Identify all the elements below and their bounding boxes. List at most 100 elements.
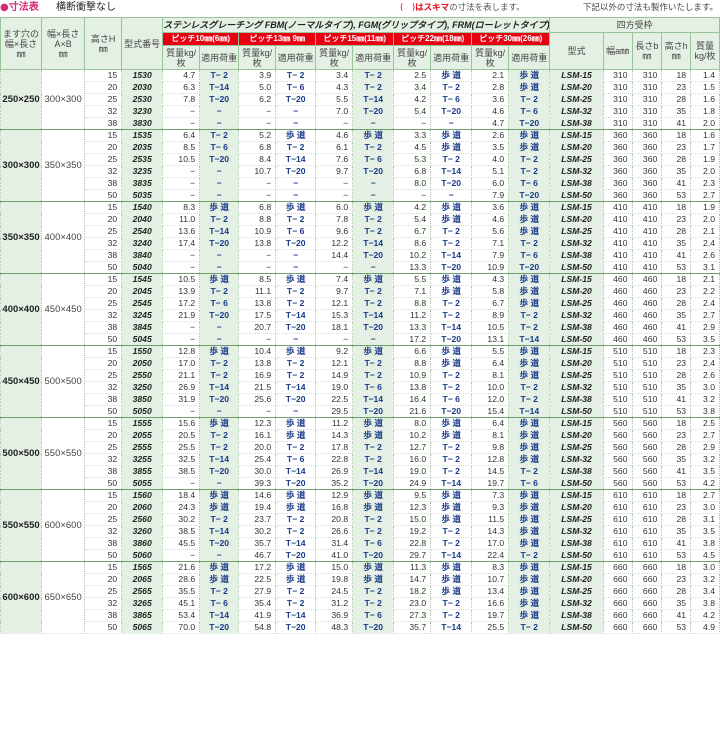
load-cell: − <box>199 477 240 490</box>
load-cell: T−20 <box>352 105 395 118</box>
mass-cell: 25.5 <box>162 441 201 454</box>
mass-cell: 6.4 <box>162 129 201 142</box>
frame-width-cell: 360 <box>602 177 633 190</box>
mass-cell: 13.9 <box>162 285 201 298</box>
frame-col-header: 型式 <box>549 32 604 70</box>
table-row: 550×550 600×600 15 1560 18.4 歩 道 14.6 歩 道 12.9 歩 … <box>0 489 720 562</box>
mass-cell: 5.1 <box>471 165 510 178</box>
table-row: 32 3265 45.1 T− 6 35.4 T− 2 31.2 T− 2 23.0 T− 2 16… <box>1 597 720 610</box>
load-cell: T−14 <box>275 153 317 166</box>
frame-height-cell: 53 <box>661 189 692 202</box>
height-cell: 38 <box>84 117 123 130</box>
frame-model-cell: LSM-20 <box>549 429 604 442</box>
table-row: 400×400 450×450 15 1545 10.5 歩 道 8.5 歩 道 7.4 歩 道5… <box>0 273 720 346</box>
model-number-cell: 3235 <box>121 165 164 178</box>
mass-cell: 13.3 <box>393 321 432 334</box>
load-cell: T−20 <box>352 321 395 334</box>
mass-cell: 22.5 <box>238 573 277 586</box>
frame-width-cell: 360 <box>602 189 633 202</box>
frame-mass-cell: 2.6 <box>690 249 720 262</box>
frame-length-cell: 460 <box>631 321 663 334</box>
load-cell: 歩 道 <box>199 417 240 430</box>
load-cell: 歩 道 <box>275 201 317 214</box>
dimension-table: ます穴の幅×長さ㎜ 幅×長さA×B ㎜ 高さH ㎜ 型式番号 ステンレスグレーチング… <box>0 17 720 634</box>
load-cell: T− 2 <box>352 141 395 154</box>
mass-cell: 5.4 <box>393 105 432 118</box>
mass-cell: 18.2 <box>393 585 432 598</box>
model-number-cell: 3840 <box>121 249 164 262</box>
frame-model-cell: LSM-20 <box>549 81 604 94</box>
mass-cell: 18.4 <box>162 489 201 502</box>
mass-cell: − <box>315 333 354 346</box>
load-cell: T−20 <box>352 165 395 178</box>
mass-cell: 13.8 <box>393 381 432 394</box>
load-cell: 歩 道 <box>199 273 240 286</box>
frame-model-cell: LSM-20 <box>549 141 604 154</box>
load-cell: T− 2 <box>352 285 395 298</box>
outer-size-cell: 450×450 <box>41 273 86 346</box>
col-pit-size: ます穴の幅×長さ㎜ <box>0 17 43 70</box>
frame-model-cell: LSM-25 <box>549 585 604 598</box>
load-cell: 歩 道 <box>508 597 551 610</box>
frame-height-cell: 23 <box>661 141 692 154</box>
table-row: 20 2065 28.6 歩 道 22.5 歩 道 19.8 歩 道 14.7 歩 道 10.7 歩 … <box>1 573 720 586</box>
col-height: 高さH ㎜ <box>84 17 123 70</box>
load-cell: T− 2 <box>352 225 395 238</box>
frame-model-cell: LSM-20 <box>549 213 604 226</box>
mass-cell: 6.4 <box>471 357 510 370</box>
frame-width-cell: 360 <box>602 153 633 166</box>
load-cell: T−14 <box>199 81 240 94</box>
load-cell: T−20 <box>199 153 240 166</box>
load-cell: 歩 道 <box>275 429 317 442</box>
load-cell: T−14 <box>430 321 473 334</box>
frame-length-cell: 510 <box>631 381 663 394</box>
mass-cell: 12.2 <box>315 237 354 250</box>
load-cell: T−20 <box>275 321 317 334</box>
frame-model-cell: LSM-15 <box>549 561 604 574</box>
load-cell: 歩 道 <box>199 573 240 586</box>
mass-cell: 14.6 <box>238 489 277 502</box>
load-cell: 歩 道 <box>275 417 317 430</box>
mass-cell: 16.9 <box>238 369 277 382</box>
mass-cell: 5.5 <box>315 93 354 106</box>
table-row: 25 2565 35.5 T− 2 27.9 T− 2 24.5 T− 2 18.2 歩 道 13.… <box>1 585 720 598</box>
mass-cell: 3.3 <box>393 129 432 142</box>
frame-width-cell: 660 <box>602 597 633 610</box>
table-row: 50 5060− −46.7 T−20 41.0 T−20 29.7 T−14 22.4 T− 2… <box>1 549 720 562</box>
mass-cell: 25.6 <box>238 393 277 406</box>
frame-model-cell: LSM-15 <box>549 489 604 502</box>
mass-cell: 13.6 <box>162 225 201 238</box>
mass-cell: − <box>238 105 277 118</box>
load-cell: T−20 <box>199 393 240 406</box>
load-cell: 歩 道 <box>430 357 473 370</box>
gap-note-keyword: はスキマ <box>415 3 450 13</box>
load-cell: T− 2 <box>430 441 473 454</box>
mass-cell: 9.8 <box>471 441 510 454</box>
pit-size-cell: 300×300 <box>0 129 43 202</box>
frame-mass-cell: 2.0 <box>690 165 720 178</box>
mass-cell: 7.8 <box>315 213 354 226</box>
mass-cell: 9.7 <box>315 285 354 298</box>
height-cell: 32 <box>84 105 123 118</box>
mass-cell: 5.8 <box>471 285 510 298</box>
frame-mass-cell: 3.5 <box>690 333 720 346</box>
mass-cell: 4.2 <box>393 201 432 214</box>
pitch-mass-header: 質量kg/枚 <box>238 45 277 70</box>
load-cell: − <box>275 249 317 262</box>
frame-height-cell: 41 <box>661 117 692 130</box>
height-cell: 50 <box>84 621 123 634</box>
frame-mass-cell: 1.9 <box>690 153 720 166</box>
frame-length-cell: 510 <box>631 357 663 370</box>
load-cell: T−20 <box>275 621 317 634</box>
custom-size-note: 下記以外の寸法も製作いたします。 <box>582 3 718 13</box>
model-number-cell: 2535 <box>121 153 164 166</box>
frame-mass-cell: 3.8 <box>690 537 720 550</box>
model-number-cell: 3265 <box>121 597 164 610</box>
mass-cell: 7.9 <box>471 189 510 202</box>
frame-mass-cell: 3.8 <box>690 597 720 610</box>
table-row: 38 3850 31.9 T−20 25.6 T−20 22.5 T−14 16.4 T− 6 12… <box>1 393 720 406</box>
load-cell: 歩 道 <box>508 501 551 514</box>
frame-length-cell: 610 <box>631 537 663 550</box>
table-row: 38 3865 53.4 T−14 41.9 T−14 36.9 T− 6 27.3 T− 2 19… <box>1 609 720 622</box>
section-title: ●寸法表 <box>0 2 39 13</box>
